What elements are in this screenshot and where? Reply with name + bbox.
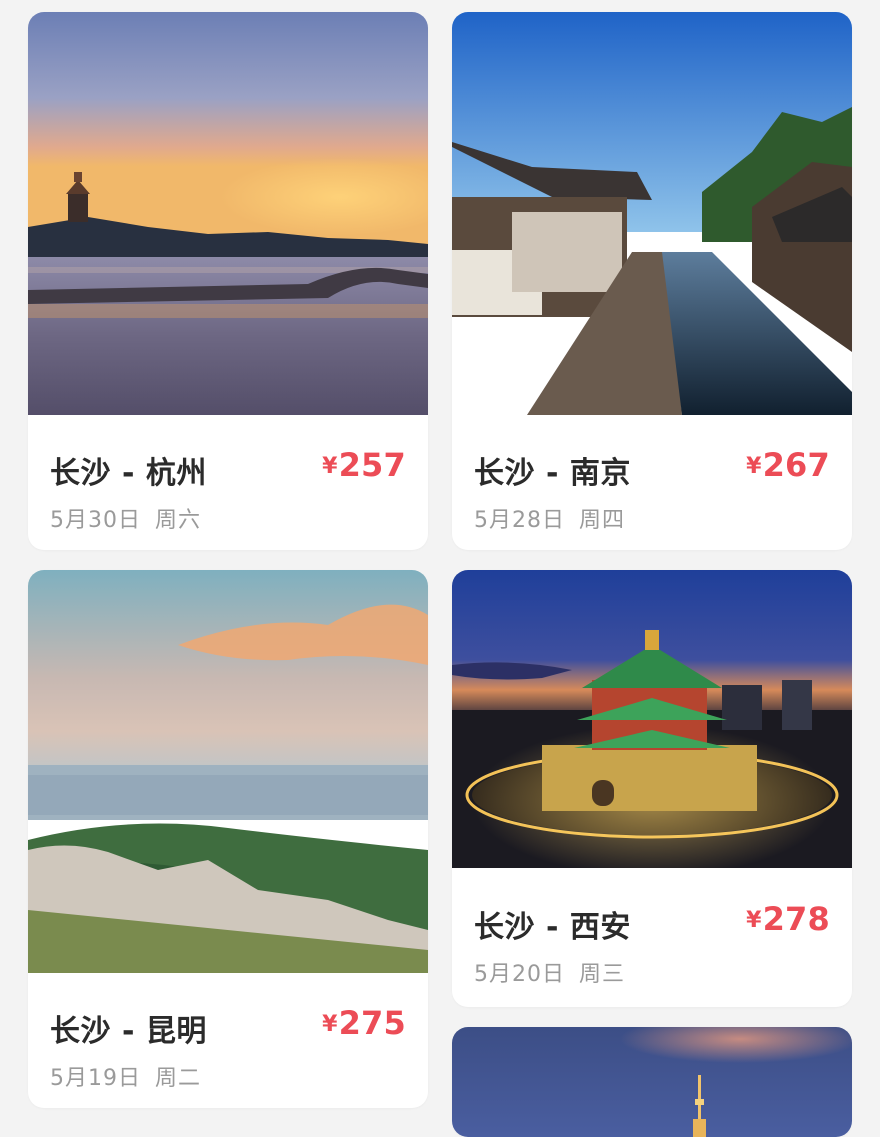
price-value: 275 xyxy=(338,1004,406,1042)
west-lake-pagoda-sunset-photo xyxy=(28,12,428,415)
weekday-value: 周六 xyxy=(155,508,202,533)
departure-date: 5月19日 周二 xyxy=(50,1060,201,1092)
departure-date: 5月28日 周四 xyxy=(474,502,625,534)
price-label: ¥267 xyxy=(746,446,830,484)
weekday-value: 周四 xyxy=(579,508,626,533)
deal-card-xian[interactable]: 长沙 - 西安 ¥278 5月20日 周三 xyxy=(452,570,852,1007)
price-value: 257 xyxy=(338,446,406,484)
route-label: 长沙 - 西安 xyxy=(474,910,631,945)
deal-card-partial[interactable] xyxy=(452,1027,852,1137)
date-value: 5月30日 xyxy=(50,508,141,533)
currency-symbol: ¥ xyxy=(746,454,762,479)
deal-card-kunming[interactable]: 长沙 - 昆明 ¥275 5月19日 周二 xyxy=(28,570,428,1108)
currency-symbol: ¥ xyxy=(746,908,762,933)
water-town-canal-photo xyxy=(452,12,852,415)
weekday-value: 周二 xyxy=(155,1066,202,1091)
route-label: 长沙 - 杭州 xyxy=(50,456,207,491)
mountain-city-view-photo xyxy=(28,570,428,973)
deal-card-hangzhou[interactable]: 长沙 - 杭州 ¥257 5月30日 周六 xyxy=(28,12,428,550)
date-value: 5月20日 xyxy=(474,962,565,987)
departure-date: 5月20日 周三 xyxy=(474,956,625,988)
currency-symbol: ¥ xyxy=(322,454,338,479)
route-label: 长沙 - 南京 xyxy=(474,456,631,491)
date-value: 5月19日 xyxy=(50,1066,141,1091)
tower-dusk-photo xyxy=(452,1027,852,1137)
bell-tower-night-photo xyxy=(452,570,852,868)
price-label: ¥257 xyxy=(322,446,406,484)
price-label: ¥275 xyxy=(322,1004,406,1042)
price-label: ¥278 xyxy=(746,900,830,938)
price-value: 267 xyxy=(762,446,830,484)
currency-symbol: ¥ xyxy=(322,1012,338,1037)
deal-card-nanjing[interactable]: 长沙 - 南京 ¥267 5月28日 周四 xyxy=(452,12,852,550)
price-value: 278 xyxy=(762,900,830,938)
date-value: 5月28日 xyxy=(474,508,565,533)
weekday-value: 周三 xyxy=(579,962,626,987)
route-label: 长沙 - 昆明 xyxy=(50,1014,207,1049)
departure-date: 5月30日 周六 xyxy=(50,502,201,534)
